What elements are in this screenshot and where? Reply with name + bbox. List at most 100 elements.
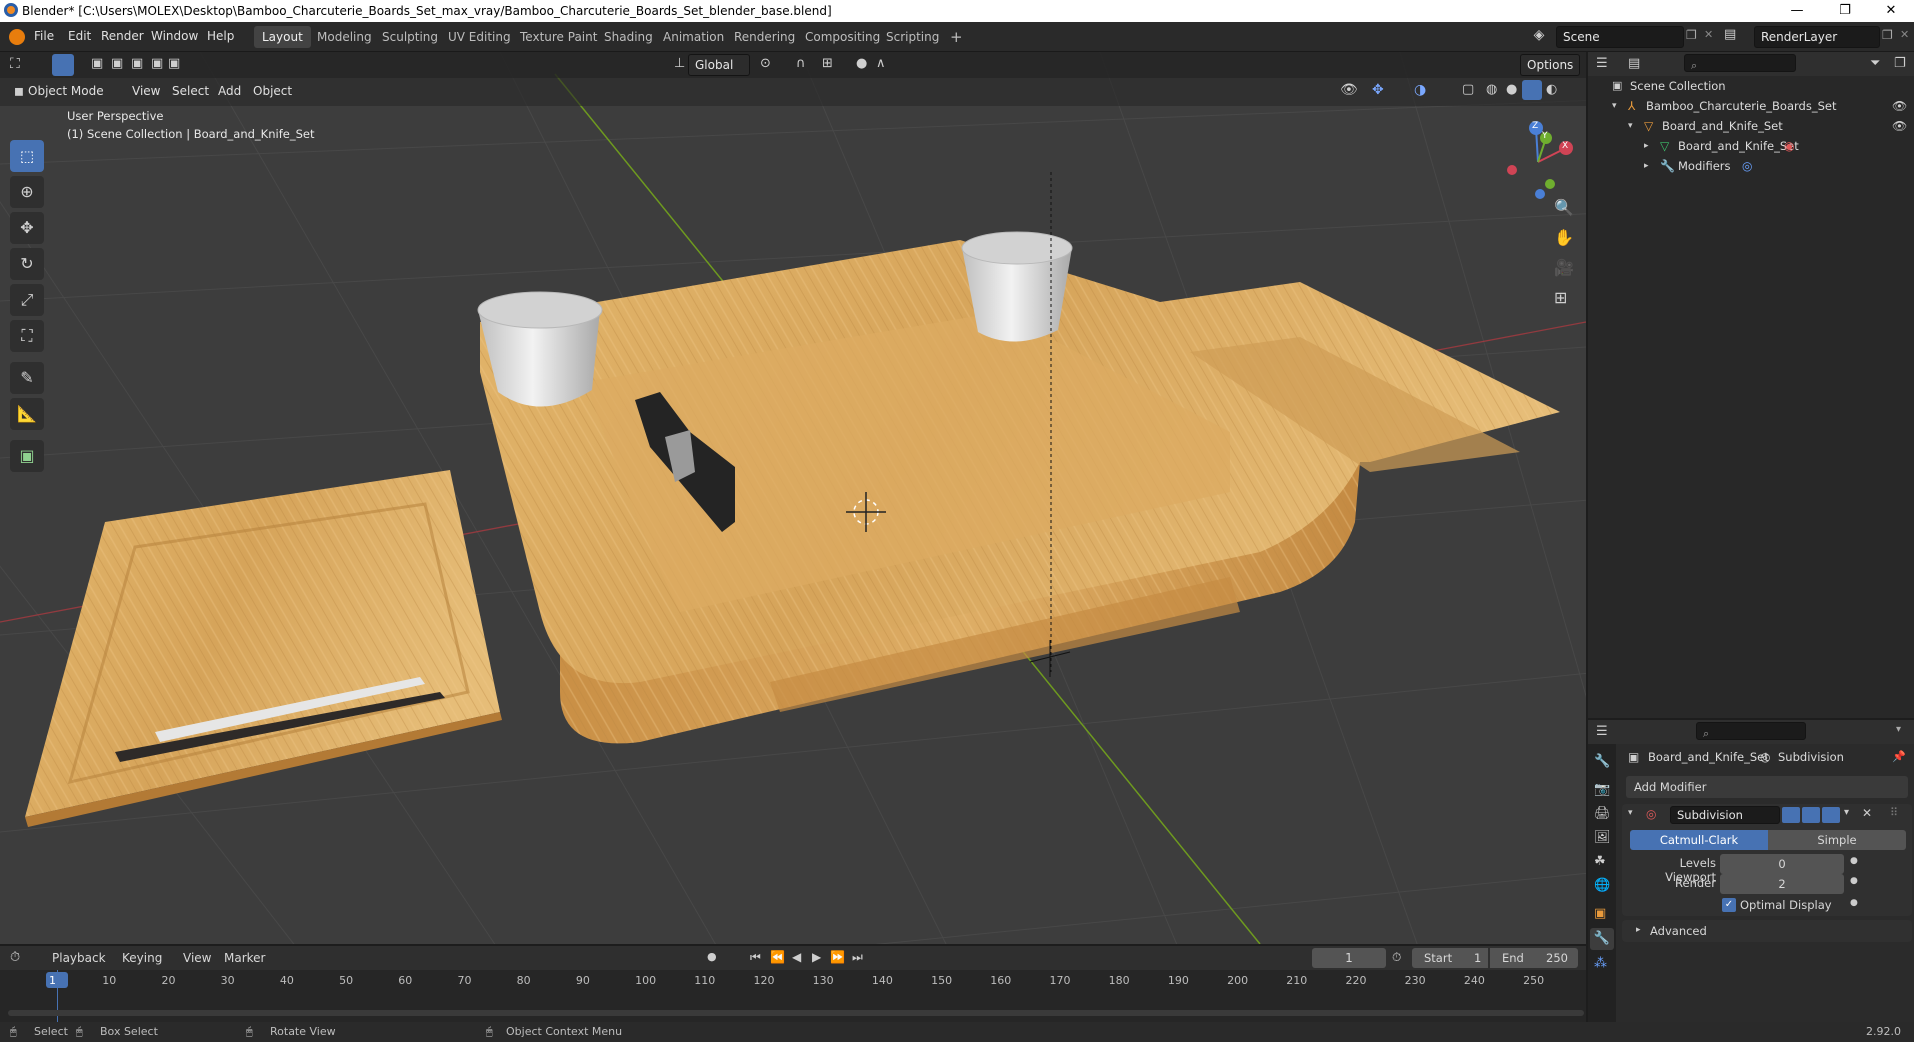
show-in-render-toggle[interactable] xyxy=(1822,807,1840,823)
shading-wireframe-icon[interactable]: ◍ xyxy=(1486,82,1497,97)
select-mode-button[interactable] xyxy=(52,54,74,76)
new-collection-icon[interactable]: ❐ xyxy=(1894,56,1906,71)
scene-icon[interactable]: ◈ xyxy=(1528,27,1550,47)
timeline-menu-playback[interactable]: Playback xyxy=(52,951,106,965)
collapse-arrow-icon[interactable]: ▸ xyxy=(1644,136,1649,156)
catmull-clark-button[interactable]: Catmull-Clark xyxy=(1630,830,1768,850)
drag-handle-icon[interactable]: ⠿ xyxy=(1890,806,1898,819)
add-workspace-button[interactable]: + xyxy=(942,26,971,48)
transform-orientation-icon[interactable]: ⊥ xyxy=(674,56,685,71)
render-tab-icon[interactable]: 📷 xyxy=(1594,782,1610,797)
collapse-arrow-icon[interactable]: ▸ xyxy=(1644,156,1649,176)
tab-modeling[interactable]: Modeling xyxy=(309,26,380,48)
particles-tab-icon[interactable]: ⁂ xyxy=(1594,956,1607,971)
jump-start-icon[interactable]: ⏮ xyxy=(750,950,761,965)
visibility-eye-icon[interactable]: 👁 xyxy=(1892,96,1907,116)
navigation-gizmo[interactable]: Z X Y xyxy=(1494,114,1584,204)
pan-hand-icon[interactable]: ✋ xyxy=(1554,228,1574,247)
select-subtract-icon[interactable]: ▣ xyxy=(131,56,143,71)
tab-shading[interactable]: Shading xyxy=(596,26,661,48)
outliner-row-bamboo-set[interactable]: ▾ ⅄ Bamboo_Charcuterie_Boards_Set 👁 xyxy=(1588,96,1914,116)
tab-rendering[interactable]: Rendering xyxy=(726,26,803,48)
tab-layout[interactable]: Layout xyxy=(254,26,311,48)
tab-compositing[interactable]: Compositing xyxy=(797,26,888,48)
modifier-name-field[interactable]: Subdivision xyxy=(1670,806,1780,824)
optimal-display-checkbox[interactable]: ✓ xyxy=(1722,898,1736,912)
view-layer-delete-icon[interactable]: ✕ xyxy=(1900,28,1909,41)
play-reverse-icon[interactable]: ◀ xyxy=(792,950,801,964)
xray-icon[interactable]: ▢ xyxy=(1462,82,1474,97)
outliner-editor-icon[interactable]: ☰ xyxy=(1596,56,1608,71)
zoom-icon[interactable]: 🔍 xyxy=(1554,198,1574,217)
editor-type-icon[interactable]: ⛶ xyxy=(10,56,20,72)
3d-viewport[interactable]: ⛶ ▣ ▣ ▣ ▣ ▣ ⊥ Global ⊙ ∩ ⊞ ● ∧ Options ◼… xyxy=(0,52,1586,944)
viewport-menu-object[interactable]: Object xyxy=(253,84,292,98)
material-icon[interactable]: ◉ xyxy=(1784,136,1794,156)
world-tab-icon[interactable]: 🌐 xyxy=(1594,878,1610,893)
tab-scripting[interactable]: Scripting xyxy=(878,26,947,48)
visibility-eye-icon[interactable]: 👁 xyxy=(1892,116,1907,136)
measure-tool[interactable]: 📐 xyxy=(10,398,44,430)
overlay-toggle-icon[interactable]: ◑ xyxy=(1414,82,1426,98)
menu-window[interactable]: Window xyxy=(151,29,198,43)
modifier-tab-icon[interactable]: 🔧 xyxy=(1590,928,1614,950)
outliner-row-board-set[interactable]: ▾ ▽ Board_and_Knife_Set 👁 xyxy=(1588,116,1914,136)
snap-target-icon[interactable]: ⊞ xyxy=(822,56,833,71)
tab-uv-editing[interactable]: UV Editing xyxy=(440,26,519,48)
snap-icon[interactable]: ∩ xyxy=(796,56,806,71)
tool-tab-icon[interactable]: 🔧 xyxy=(1594,754,1610,769)
keyframe-dot-icon[interactable]: ● xyxy=(1850,856,1858,866)
render-levels-field[interactable]: 2 xyxy=(1720,874,1844,894)
start-frame-field[interactable]: Start 1 xyxy=(1412,948,1488,968)
properties-options-chevron-icon[interactable]: ▾ xyxy=(1896,724,1901,735)
gizmo-toggle-icon[interactable]: ✥ xyxy=(1372,82,1384,98)
modifier-extras-chevron-icon[interactable]: ▾ xyxy=(1844,807,1849,818)
outliner-row-scene-collection[interactable]: ▣ Scene Collection xyxy=(1588,76,1914,96)
display-mode-icon[interactable]: ▤ xyxy=(1628,56,1640,71)
levels-viewport-field[interactable]: 0 xyxy=(1720,854,1844,874)
viewport-menu-view[interactable]: View xyxy=(132,84,160,98)
view-layer-new-icon[interactable]: ❐ xyxy=(1882,28,1893,42)
viewport-scene[interactable] xyxy=(0,52,1586,944)
tab-texture-paint[interactable]: Texture Paint xyxy=(512,26,605,48)
transform-tool[interactable]: ⛶ xyxy=(10,320,44,352)
timeline-ruler[interactable]: 1 10 20 30 40 50 60 70 80 90 100 110 120 130 140 150 160… xyxy=(0,970,1586,1022)
current-frame-field[interactable]: 1 xyxy=(1312,948,1386,968)
pivot-point-icon[interactable]: ⊙ xyxy=(760,56,771,71)
expand-arrow-icon[interactable]: ▾ xyxy=(1612,96,1617,116)
shading-rendered-icon[interactable]: ◐ xyxy=(1546,82,1557,97)
add-cube-tool[interactable]: ▣ xyxy=(10,440,44,472)
timeline-menu-marker[interactable]: Marker xyxy=(224,951,265,965)
menu-render[interactable]: Render xyxy=(101,29,144,43)
timeline-scrollbar[interactable] xyxy=(8,1010,1584,1016)
outliner-search-input[interactable]: ⌕ xyxy=(1684,54,1796,72)
timeline-menu-view[interactable]: View xyxy=(183,951,211,965)
select-box-tool[interactable]: ⬚ xyxy=(10,140,44,172)
play-icon[interactable]: ▶ xyxy=(812,950,821,964)
shading-material-icon[interactable] xyxy=(1522,80,1542,100)
expand-arrow-icon[interactable]: ▾ xyxy=(1628,116,1633,136)
modifier-subdivision-icon[interactable]: ◎ xyxy=(1742,156,1752,176)
prev-keyframe-icon[interactable]: ⏪ xyxy=(770,950,785,964)
scale-tool[interactable]: ⤢ xyxy=(10,284,44,316)
advanced-subpanel[interactable]: ▸ Advanced xyxy=(1622,920,1912,942)
proportional-edit-icon[interactable]: ● xyxy=(856,56,867,71)
show-in-editmode-toggle[interactable] xyxy=(1782,807,1800,823)
shading-solid-icon[interactable]: ● xyxy=(1506,82,1517,97)
viewport-menu-select[interactable]: Select xyxy=(172,84,209,98)
view-layer-icon[interactable]: ▤ xyxy=(1724,27,1736,42)
panel-collapse-icon[interactable]: ▾ xyxy=(1628,808,1633,818)
scene-tab-icon[interactable]: ☘ xyxy=(1594,854,1606,869)
output-tab-icon[interactable]: 🖨 xyxy=(1594,806,1611,821)
rotate-tool[interactable]: ↻ xyxy=(10,248,44,280)
preview-range-icon[interactable]: ⏱ xyxy=(1392,950,1401,965)
pin-icon[interactable]: 📌 xyxy=(1892,750,1906,763)
close-window-button[interactable]: ✕ xyxy=(1868,0,1914,22)
tab-sculpting[interactable]: Sculpting xyxy=(374,26,446,48)
timeline-menu-keying[interactable]: Keying xyxy=(122,951,162,965)
object-mode-dropdown[interactable]: Object Mode xyxy=(28,84,104,98)
menu-edit[interactable]: Edit xyxy=(68,29,91,43)
scene-delete-icon[interactable]: ✕ xyxy=(1704,28,1713,41)
object-tab-icon[interactable]: ▣ xyxy=(1594,906,1606,921)
minimize-button[interactable]: — xyxy=(1774,0,1820,22)
